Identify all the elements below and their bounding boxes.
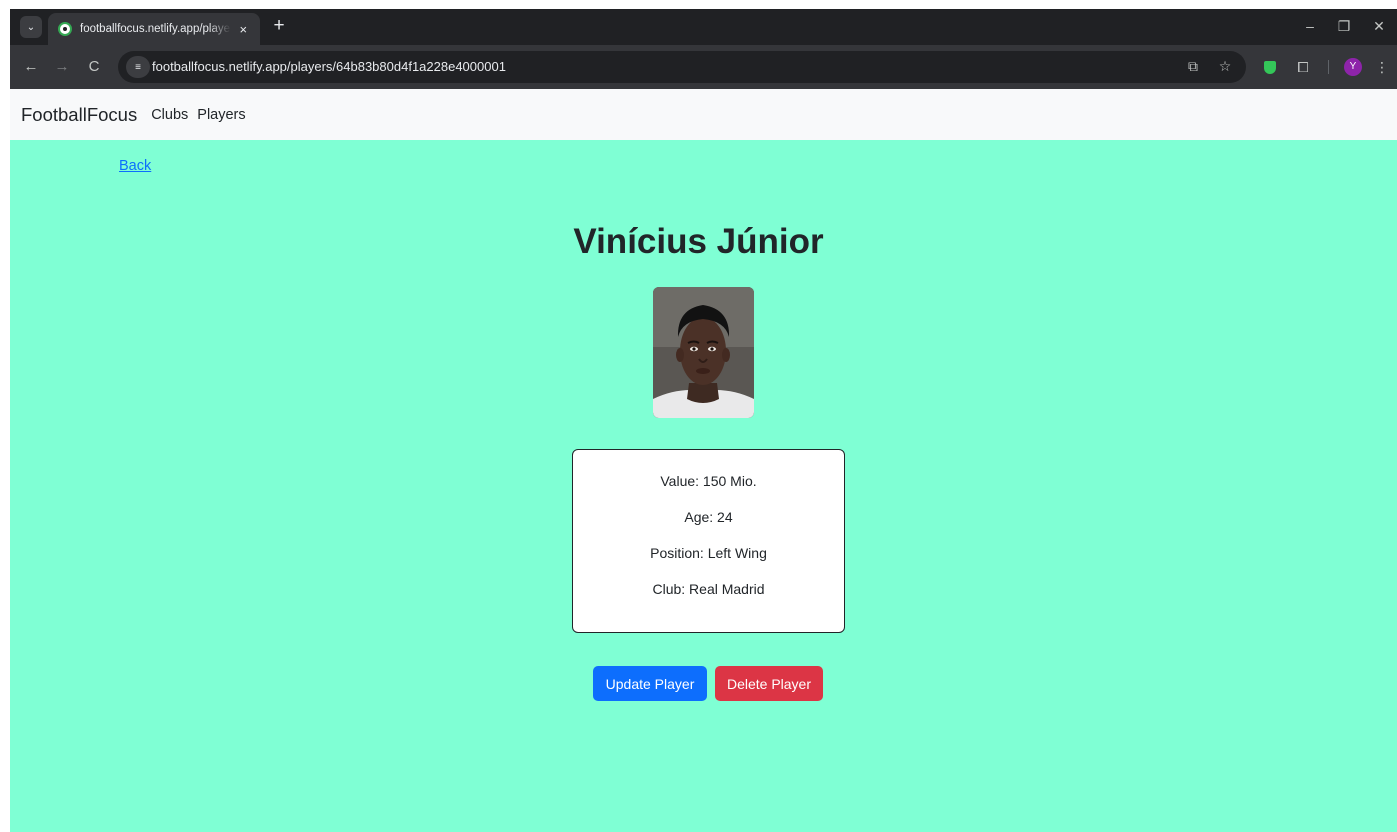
browser-toolbar: ← → C ≡ footballfocus.netlify.app/player…	[10, 45, 1397, 89]
translate-icon[interactable]: ⧉	[1184, 58, 1202, 75]
restore-button[interactable]: ❐	[1332, 17, 1356, 35]
player-info-card: Value: 150 Mio. Age: 24 Position: Left W…	[572, 449, 845, 633]
delete-player-button[interactable]: Delete Player	[715, 666, 823, 701]
player-age: Age: 24	[684, 509, 733, 525]
close-window-button[interactable]: ✕	[1367, 17, 1391, 35]
extensions-puzzle-icon[interactable]: ⧠	[1293, 57, 1313, 77]
brand-link[interactable]: FootballFocus	[21, 104, 137, 126]
window-edge	[0, 0, 10, 832]
tab-close-icon[interactable]: ×	[237, 22, 251, 37]
player-position: Position: Left Wing	[650, 545, 767, 561]
player-name-heading: Vinícius Júnior	[573, 222, 824, 261]
back-link[interactable]: Back	[119, 158, 151, 174]
football-favicon-icon	[58, 22, 72, 36]
new-tab-button[interactable]: +	[268, 15, 290, 37]
browser-chrome: ⌄ footballfocus.netlify.app/players/64b8…	[10, 9, 1397, 89]
player-portrait-image	[653, 287, 754, 418]
tab-title: footballfocus.netlify.app/players/64b83b…	[80, 23, 231, 35]
minimize-button[interactable]: –	[1298, 17, 1322, 35]
address-bar[interactable]: ≡ footballfocus.netlify.app/players/64b8…	[118, 51, 1246, 83]
player-club: Club: Real Madrid	[652, 581, 765, 597]
tab-strip: ⌄ footballfocus.netlify.app/players/64b8…	[10, 9, 1397, 45]
forward-arrow-icon[interactable]: →	[51, 57, 73, 77]
toolbar-divider	[1328, 60, 1329, 74]
bookmark-star-icon[interactable]: ☆	[1216, 58, 1234, 75]
profile-avatar[interactable]: Y	[1344, 58, 1362, 76]
page-content: FootballFocus Clubs Players Back Viníciu…	[10, 89, 1397, 832]
shield-extension-icon[interactable]	[1260, 57, 1280, 77]
nav-link-clubs[interactable]: Clubs	[151, 107, 188, 123]
chevron-down-icon: ⌄	[26, 21, 36, 33]
player-value: Value: 150 Mio.	[660, 473, 757, 489]
nav-link-players[interactable]: Players	[197, 107, 245, 123]
reload-icon[interactable]: C	[83, 57, 105, 77]
back-arrow-icon[interactable]: ←	[20, 57, 42, 77]
update-player-button[interactable]: Update Player	[593, 666, 707, 701]
player-photo	[653, 287, 754, 418]
url-text[interactable]: footballfocus.netlify.app/players/64b83b…	[152, 59, 506, 74]
menu-kebab-icon[interactable]: ⋮	[1372, 57, 1392, 77]
tab-search-button[interactable]: ⌄	[20, 16, 42, 38]
active-tab[interactable]: footballfocus.netlify.app/players/64b83b…	[48, 13, 260, 45]
site-navbar: FootballFocus Clubs Players	[10, 89, 1397, 140]
site-info-icon[interactable]: ≡	[126, 56, 150, 78]
